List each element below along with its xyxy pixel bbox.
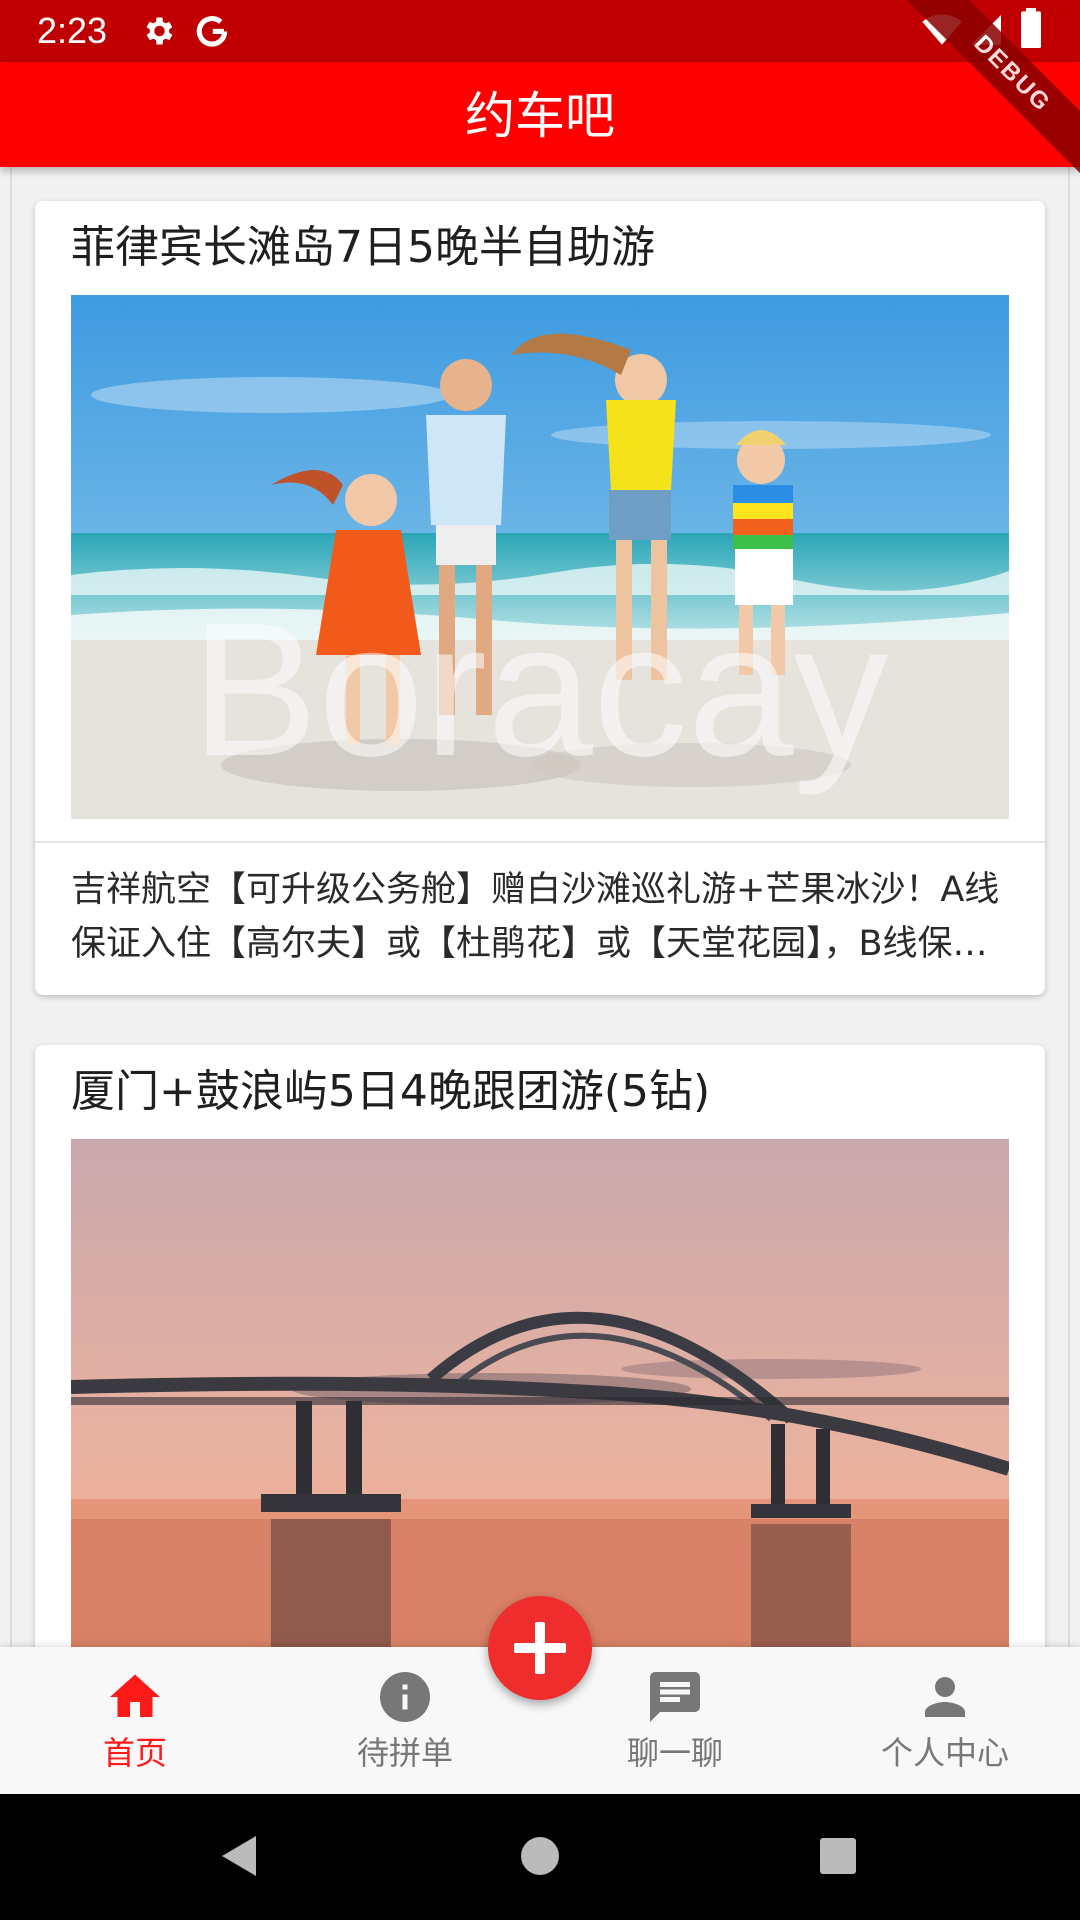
nav-label: 待拼单 [356, 1734, 453, 1772]
back-icon[interactable] [216, 1832, 260, 1880]
nav-item-profile[interactable]: 个人中心 [810, 1647, 1080, 1794]
nav-label: 聊一聊 [626, 1734, 723, 1772]
status-time: 2:23 [37, 10, 108, 51]
trip-card[interactable]: 菲律宾长滩岛7日5晚半自助游 Boracay 吉祥航空【可升级公务舱】赠白沙滩巡… [35, 201, 1045, 995]
trip-card[interactable]: 厦门+鼓浪屿5日4晚跟团游(5钻) [35, 1045, 1045, 1647]
add-button[interactable] [488, 1596, 592, 1700]
list-edge [1068, 167, 1070, 1647]
home-icon [110, 1674, 160, 1717]
info-icon [380, 1672, 430, 1722]
system-nav-bar [0, 1794, 1080, 1920]
trip-description: 吉祥航空【可升级公务舱】赠白沙滩巡礼游+芒果冰沙！A线保证入住【高尔夫】或【杜鹃… [71, 870, 1000, 964]
list-edge [10, 167, 12, 1647]
trip-image [71, 1139, 1009, 1647]
person-icon [925, 1677, 965, 1717]
home-circle-icon[interactable] [520, 1832, 560, 1880]
nav-item-home[interactable]: 首页 [0, 1647, 270, 1794]
trip-title: 菲律宾长滩岛7日5晚半自助游 [71, 222, 655, 273]
chat-icon [650, 1672, 700, 1722]
boracay-watermark: Boracay [191, 584, 888, 796]
app-bar: 约车吧 [0, 62, 1080, 167]
app-title: 约车吧 [465, 87, 615, 145]
battery-icon [1020, 8, 1042, 52]
card-divider [35, 841, 1045, 843]
nav-label: 个人中心 [880, 1734, 1009, 1772]
google-icon [194, 13, 230, 53]
trip-image: Boracay [71, 295, 1009, 819]
gear-icon [140, 13, 176, 53]
trip-title: 厦门+鼓浪屿5日4晚跟团游(5钻) [71, 1066, 711, 1117]
trip-list[interactable]: 菲律宾长滩岛7日5晚半自助游 Boracay 吉祥航空【可升级公务舱】赠白沙滩巡… [0, 167, 1080, 1647]
recents-icon[interactable] [818, 1832, 858, 1880]
add-icon [514, 1622, 566, 1674]
nav-label: 首页 [102, 1734, 167, 1772]
